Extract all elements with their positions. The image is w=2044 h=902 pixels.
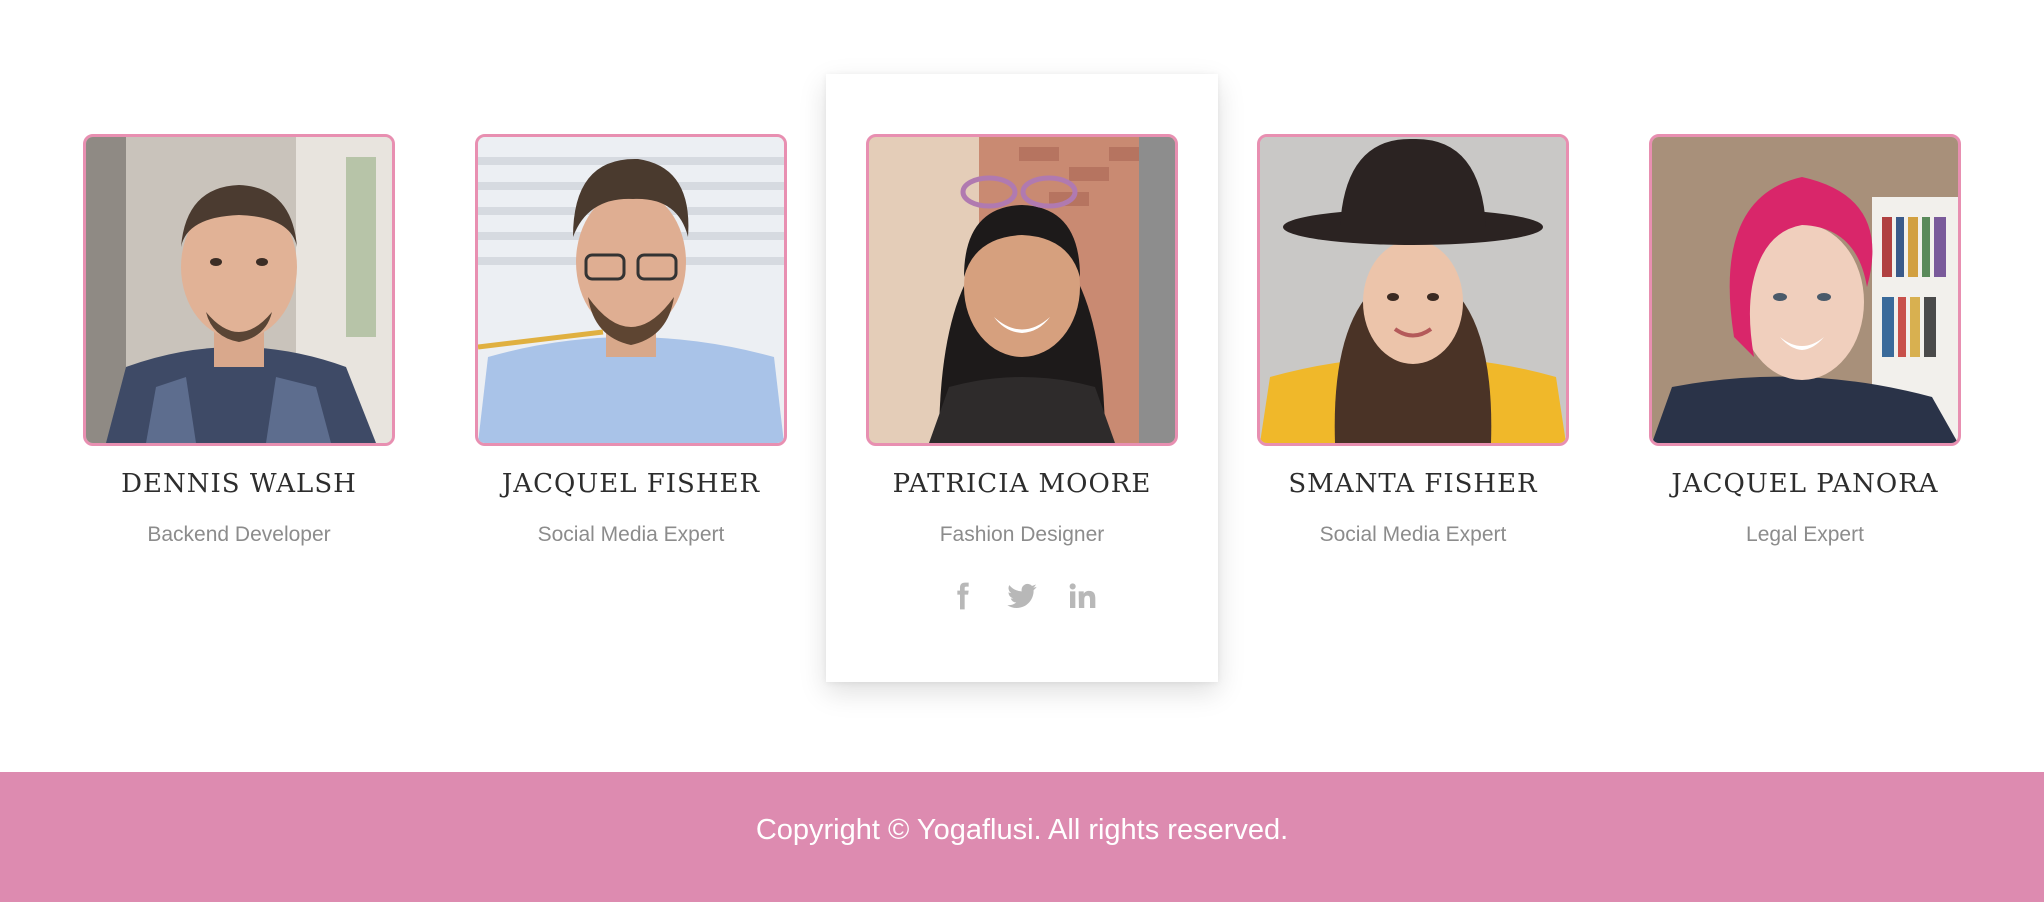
social-links <box>826 574 1218 618</box>
member-role: Backend Developer <box>147 523 331 546</box>
team-member-card[interactable]: JACQUEL FISHER Social Media Expert <box>435 74 827 682</box>
member-role: Social Media Expert <box>1319 523 1507 546</box>
member-role: Social Media Expert <box>537 523 725 546</box>
team-member-card[interactable]: DENNIS WALSH Backend Developer <box>43 74 435 682</box>
member-name: PATRICIA MOORE <box>892 469 1152 499</box>
member-photo-image <box>86 137 392 443</box>
member-photo-image <box>478 137 784 443</box>
twitter-icon[interactable] <box>1004 578 1040 614</box>
member-name: DENNIS WALSH <box>121 469 357 499</box>
member-photo <box>83 134 395 446</box>
member-name: JACQUEL FISHER <box>501 469 761 499</box>
member-photo <box>866 134 1178 446</box>
member-photo <box>1257 134 1569 446</box>
member-photo-image <box>869 137 1175 443</box>
member-photo <box>1649 134 1961 446</box>
member-role: Legal Expert <box>1746 523 1864 546</box>
team-member-card[interactable]: JACQUEL PANORA Legal Expert <box>1609 74 2001 682</box>
member-role: Fashion Designer <box>939 523 1105 546</box>
copyright-text: Copyright © Yogaflusi. All rights reserv… <box>755 813 1289 846</box>
member-photo-image <box>1652 137 1958 443</box>
member-photo-image <box>1260 137 1566 443</box>
team-section: DENNIS WALSH Backend Developer JACQUEL F… <box>0 0 2044 772</box>
footer: Copyright © Yogaflusi. All rights reserv… <box>0 772 2044 902</box>
team-member-card[interactable]: SMANTA FISHER Social Media Expert <box>1217 74 1609 682</box>
linkedin-icon[interactable] <box>1064 578 1100 614</box>
facebook-icon[interactable] <box>944 578 980 614</box>
member-name: SMANTA FISHER <box>1288 469 1538 499</box>
team-member-card-featured[interactable]: PATRICIA MOORE Fashion Designer <box>826 74 1218 682</box>
member-photo <box>475 134 787 446</box>
page: DENNIS WALSH Backend Developer JACQUEL F… <box>0 0 2044 902</box>
member-name: JACQUEL PANORA <box>1671 469 1939 499</box>
